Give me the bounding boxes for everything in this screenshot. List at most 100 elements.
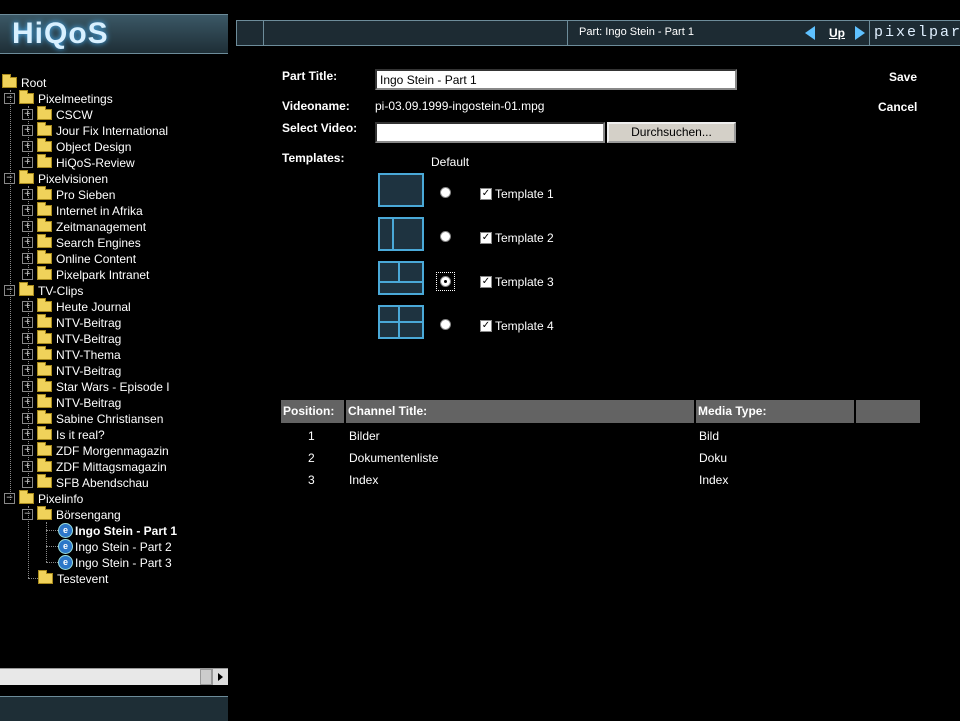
part-title-input[interactable] [375, 69, 737, 90]
tree-node-label: Ingo Stein - Part 2 [75, 539, 172, 554]
scroll-right-arrow-icon[interactable] [212, 669, 228, 685]
tree-node-label: Börsengang [56, 507, 121, 522]
tree-node-star-wars[interactable]: + Star Wars - Episode I [22, 378, 170, 394]
template-1-checkbox[interactable]: ✓ [480, 188, 492, 200]
tree-node-ntv-beitrag[interactable]: + NTV-Beitrag [22, 314, 121, 330]
expand-toggle-icon[interactable]: + [22, 221, 33, 233]
tree-node-root[interactable]: Root [2, 74, 46, 90]
template-3-thumbnail[interactable] [378, 261, 424, 295]
forward-arrow-icon[interactable] [855, 26, 865, 40]
column-header-actions [856, 400, 920, 423]
tree-node-object-design[interactable]: + Object Design [22, 138, 131, 154]
collapse-toggle-icon[interactable]: − [22, 509, 33, 521]
expand-toggle-icon[interactable]: + [22, 445, 33, 457]
tree-node-ntv-beitrag[interactable]: + NTV-Beitrag [22, 330, 121, 346]
expand-toggle-icon[interactable]: + [22, 477, 33, 489]
tree-node-hiqos-review[interactable]: + HiQoS-Review [22, 154, 135, 170]
tree-node-label: Jour Fix International [56, 123, 169, 138]
tree-horizontal-scrollbar[interactable] [0, 668, 228, 685]
tree-node-pixelinfo[interactable]: − Pixelinfo [4, 490, 83, 506]
expand-toggle-icon[interactable]: + [22, 301, 33, 313]
expand-toggle-icon[interactable]: + [22, 157, 33, 169]
folder-open-icon [19, 170, 34, 185]
expand-toggle-icon[interactable]: + [22, 189, 33, 201]
default-column-label: Default [431, 155, 470, 169]
expand-toggle-icon[interactable]: + [22, 333, 33, 345]
expand-toggle-icon[interactable]: + [22, 109, 33, 121]
cancel-button[interactable]: Cancel [878, 100, 917, 114]
tree-node-pro-sieben[interactable]: + Pro Sieben [22, 186, 115, 202]
tree-node-label: Testevent [57, 571, 109, 586]
tree-node-zeitmanagement[interactable]: + Zeitmanagement [22, 218, 146, 234]
tree-node-cscw[interactable]: + CSCW [22, 106, 93, 122]
template-4-checkbox[interactable]: ✓ [480, 320, 492, 332]
save-button[interactable]: Save [889, 70, 917, 84]
expand-toggle-icon[interactable]: + [22, 365, 33, 377]
expand-toggle-icon[interactable]: + [22, 269, 33, 281]
collapse-toggle-icon[interactable]: − [4, 173, 15, 185]
template-2-checkbox[interactable]: ✓ [480, 232, 492, 244]
collapse-toggle-icon[interactable]: − [4, 93, 15, 105]
expand-toggle-icon[interactable]: + [22, 461, 33, 473]
tree-node-ingo-stein-part-2[interactable]: e Ingo Stein - Part 2 [58, 538, 172, 555]
expand-toggle-icon[interactable]: + [22, 397, 33, 409]
expand-toggle-icon[interactable]: + [22, 317, 33, 329]
template-2-default-radio[interactable] [440, 231, 451, 242]
expand-toggle-icon[interactable]: + [22, 413, 33, 425]
folder-icon [37, 122, 52, 137]
template-3-checkbox[interactable]: ✓ [480, 276, 492, 288]
tree-node-ntv-thema[interactable]: + NTV-Thema [22, 346, 121, 362]
tree-node-sfb-abendschau[interactable]: + SFB Abendschau [22, 474, 149, 490]
expand-toggle-icon[interactable]: + [22, 349, 33, 361]
template-4-default-radio[interactable] [440, 319, 451, 330]
tree-node-ntv-beitrag[interactable]: + NTV-Beitrag [22, 362, 121, 378]
tree-node-tv-clips[interactable]: − TV-Clips [4, 282, 83, 298]
tree-node-online-content[interactable]: + Online Content [22, 250, 136, 266]
expand-toggle-icon[interactable]: + [22, 125, 33, 137]
tree-node-label: Zeitmanagement [56, 219, 147, 234]
template-3-default-radio[interactable] [440, 276, 451, 287]
tree-node-pixelvisionen[interactable]: − Pixelvisionen [4, 170, 108, 186]
expand-toggle-icon[interactable]: + [22, 429, 33, 441]
select-video-label: Select Video: [282, 121, 358, 135]
tree-node-pixelpark-intranet[interactable]: + Pixelpark Intranet [22, 266, 149, 282]
expand-toggle-icon[interactable]: + [22, 141, 33, 153]
tree-node-internet-afrika[interactable]: + Internet in Afrika [22, 202, 143, 218]
template-4-thumbnail[interactable] [378, 305, 424, 339]
tree-node-ingo-stein-part-3[interactable]: e Ingo Stein - Part 3 [58, 554, 172, 571]
tree-node-ntv-beitrag[interactable]: + NTV-Beitrag [22, 394, 121, 410]
tree-node-boersengang[interactable]: − Börsengang [22, 506, 121, 522]
select-video-input[interactable] [375, 122, 605, 143]
expand-toggle-icon[interactable]: + [22, 253, 33, 265]
template-1-default-radio[interactable] [440, 187, 451, 198]
template-1-thumbnail[interactable] [378, 173, 424, 207]
tree-node-testevent[interactable]: Testevent [38, 570, 108, 586]
folder-icon [37, 186, 52, 201]
expand-toggle-icon[interactable]: + [22, 205, 33, 217]
up-link[interactable]: Up [829, 26, 845, 40]
tree-line [46, 522, 47, 562]
tree-node-zdf-mittagsmagazin[interactable]: + ZDF Mittagsmagazin [22, 458, 167, 474]
back-arrow-icon[interactable] [805, 26, 815, 40]
tree-node-ingo-stein-part-1[interactable]: e Ingo Stein - Part 1 [58, 522, 177, 539]
folder-icon [37, 442, 52, 457]
tree-node-pixelmeetings[interactable]: − Pixelmeetings [4, 90, 113, 106]
folder-icon [37, 138, 52, 153]
tree-node-search-engines[interactable]: + Search Engines [22, 234, 141, 250]
tree-node-is-it-real[interactable]: + Is it real? [22, 426, 105, 442]
expand-toggle-icon[interactable]: + [22, 381, 33, 393]
scrollbar-thumb[interactable] [200, 669, 212, 685]
tree-node-label: Object Design [56, 139, 132, 154]
browse-button[interactable]: Durchsuchen... [607, 122, 736, 143]
tree-node-label: HiQoS-Review [56, 155, 135, 170]
template-2-thumbnail[interactable] [378, 217, 424, 251]
collapse-toggle-icon[interactable]: − [4, 493, 15, 505]
template-1-label: Template 1 [495, 187, 554, 201]
collapse-toggle-icon[interactable]: − [4, 285, 15, 297]
tree-node-jour-fix[interactable]: + Jour Fix International [22, 122, 168, 138]
tree-node-zdf-morgenmagazin[interactable]: + ZDF Morgenmagazin [22, 442, 169, 458]
expand-toggle-icon[interactable]: + [22, 237, 33, 249]
tree-node-heute-journal[interactable]: + Heute Journal [22, 298, 131, 314]
tree-node-sabine-christiansen[interactable]: + Sabine Christiansen [22, 410, 163, 426]
row-channel-title: Bilder [349, 429, 380, 443]
